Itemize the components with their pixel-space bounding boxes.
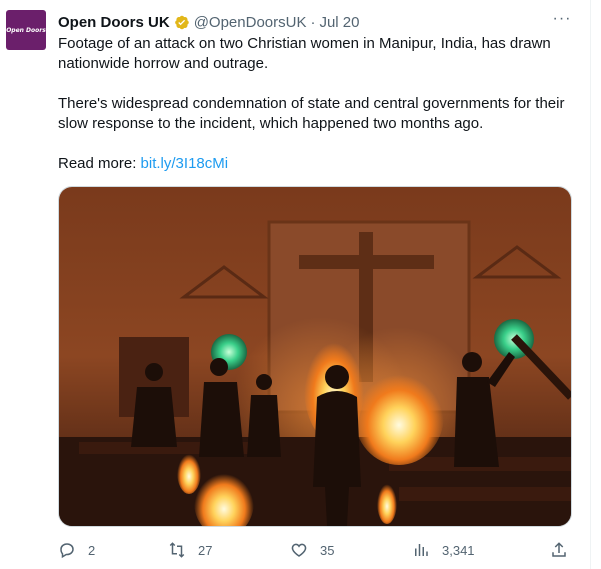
avatar[interactable]: Open Doors [6,10,46,50]
read-more-line: Read more: bit.ly/3I18cMi [58,154,568,174]
separator-dot: · [310,13,316,31]
author-name[interactable]: Open Doors UK [58,14,170,31]
share-button[interactable] [550,540,580,560]
verified-badge-icon [174,15,189,29]
reply-icon [60,543,74,559]
like-count: 35 [320,542,335,558]
tweet-media-video[interactable] [58,186,572,527]
read-more-label: Read more: [58,155,137,172]
views-count: 3,341 [442,542,475,558]
action-bar: 2 27 35 3,341 [58,540,572,560]
heart-icon [291,543,307,557]
tweet-header: Open Doors UK @OpenDoorsUK · Jul 20 [58,12,360,32]
tweet-date[interactable]: Jul 20 [319,14,359,31]
more-options-icon[interactable]: ··· [550,10,574,30]
reply-button[interactable]: 2 [58,540,95,560]
avatar-logo-text: Open Doors [6,26,46,34]
read-more-link[interactable]: bit.ly/3I18cMi [141,155,229,172]
tweet-card[interactable]: Open Doors Open Doors UK @OpenDoorsUK · … [0,0,601,569]
media-scene-illustration [59,187,571,526]
retweet-button[interactable]: 27 [168,540,212,560]
author-handle[interactable]: @OpenDoorsUK [194,14,307,31]
tweet-paragraph-2: There's widespread condemnation of state… [58,95,565,132]
views-bar-chart-icon [415,544,428,556]
column-divider [590,0,591,569]
retweet-count: 27 [198,542,213,558]
like-button[interactable]: 35 [290,540,334,560]
views-button[interactable]: 3,341 [412,540,475,560]
reply-count: 2 [88,542,96,558]
retweet-icon [169,542,185,558]
tweet-paragraph-1: Footage of an attack on two Christian wo… [58,35,551,72]
share-icon [552,542,566,557]
